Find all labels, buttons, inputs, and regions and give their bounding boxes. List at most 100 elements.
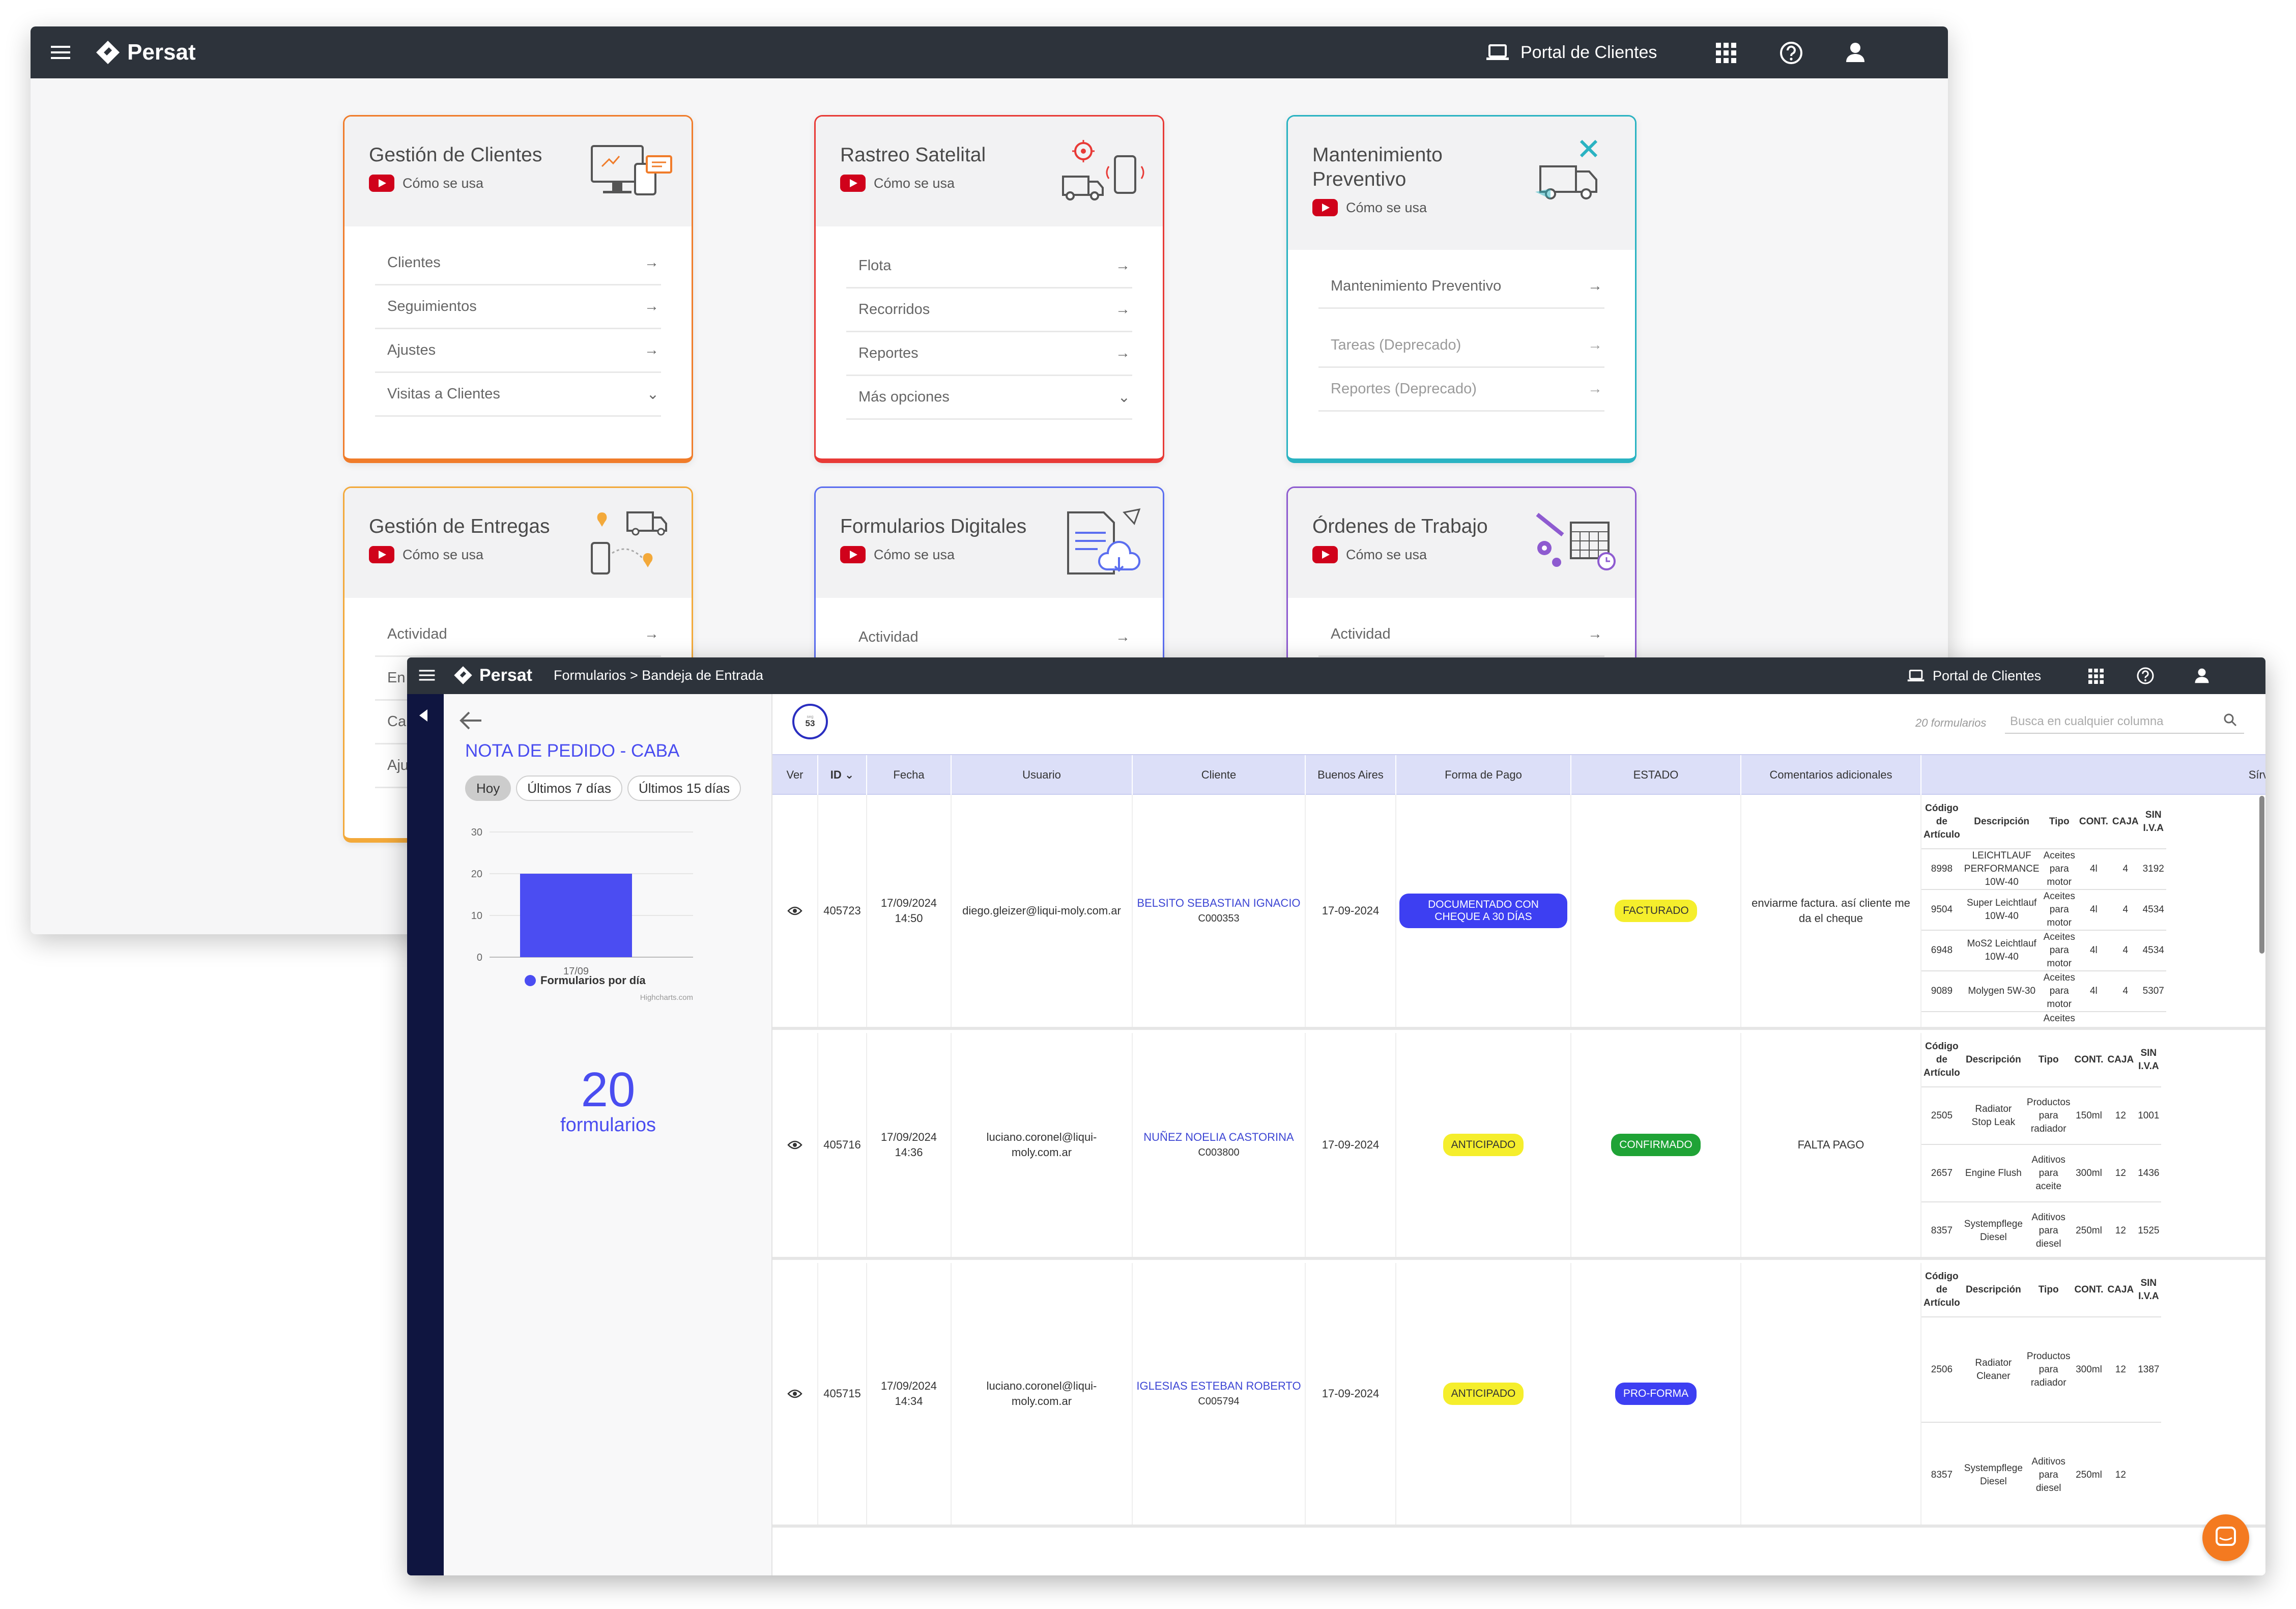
menu-item-more-options[interactable]: Más opciones ⌄: [846, 376, 1132, 420]
arrow-right-icon: →: [644, 626, 659, 642]
scrollbar[interactable]: [2259, 796, 2264, 954]
order-item-cell: 4l: [2077, 889, 2110, 931]
how-to-label: Cómo se usa: [874, 547, 955, 562]
help-icon[interactable]: [1779, 41, 1803, 65]
date-filter-group: Hoy Últimos 7 días Últimos 15 días: [465, 775, 741, 801]
hamburger-menu-icon[interactable]: [418, 667, 436, 684]
menu-item-followups[interactable]: Seguimientos →: [375, 285, 661, 329]
form-summary-panel: NOTA DE PEDIDO - CABA Hoy Últimos 7 días…: [444, 694, 772, 1575]
order-item-cell: 4: [2110, 971, 2141, 1012]
order-item-cell: 250ml: [2072, 1422, 2106, 1525]
persat-logo[interactable]: Persat: [453, 664, 532, 687]
menu-item-label: Reportes: [858, 345, 919, 361]
menu-item-label: Actividad: [858, 629, 919, 645]
table-row[interactable]: 405723 17/09/2024 14:50 diego.gleizer@liqu…: [772, 795, 2265, 1030]
order-item-row: 2506 Radiator Cleaner Productos para radia…: [1921, 1317, 2162, 1423]
order-item-cell: [2136, 1422, 2162, 1525]
order-item-cell: 4l: [2077, 971, 2110, 1012]
filter-last-15-days[interactable]: Últimos 15 días: [627, 775, 741, 801]
cell-ver: [772, 1263, 818, 1525]
menu-item-label: Ajustes: [387, 342, 436, 358]
collapse-arrow-icon[interactable]: [419, 709, 427, 722]
menu-item-label: Actividad: [387, 626, 447, 642]
portal-label: Portal de Clientes: [1933, 668, 2042, 683]
youtube-icon: [840, 546, 866, 563]
chat-launcher-button[interactable]: [2202, 1514, 2249, 1561]
menu-item-label: Flota: [858, 257, 892, 274]
order-item-cell: 9089: [1921, 971, 1962, 1012]
table-row[interactable]: 405716 17/09/2024 14:36 luciano.coronel@li…: [772, 1033, 2265, 1260]
menu-item-clients[interactable]: Clientes →: [375, 242, 661, 285]
apps-grid-icon[interactable]: [2088, 669, 2104, 684]
menu-item-client-visits[interactable]: Visitas a Clientes ⌄: [375, 373, 661, 417]
cell-fecha: 17/09/2024 14:36: [867, 1033, 952, 1257]
order-item-cell: 8357: [1921, 1202, 1962, 1257]
user-icon[interactable]: [1845, 42, 1866, 63]
how-to-label: Cómo se usa: [403, 175, 484, 191]
youtube-icon: [1312, 546, 1338, 563]
subcol-header: CONT.: [2077, 795, 2110, 849]
eye-icon[interactable]: [787, 905, 802, 916]
client-link[interactable]: BELSITO SEBASTIAN IGNACIO C000353: [1137, 896, 1300, 926]
forms-inbox-window: Persat Formularios > Bandeja de Entrada …: [407, 657, 2265, 1575]
menu-item-reports[interactable]: Reportes →: [846, 332, 1132, 376]
client-name: IGLESIAS ESTEBAN ROBERTO: [1136, 1380, 1301, 1392]
eye-icon[interactable]: [787, 1139, 802, 1151]
menu-item-tasks-deprecated[interactable]: Tareas (Deprecado) →: [1318, 324, 1604, 368]
filter-last-7-days[interactable]: Últimos 7 días: [516, 775, 622, 801]
menu-item-label: Mantenimiento Preventivo: [1331, 278, 1502, 294]
menu-item-label: Tareas (Deprecado): [1331, 337, 1461, 353]
back-arrow-icon[interactable]: [459, 710, 482, 731]
refresh-countdown[interactable]: seg53: [791, 702, 829, 741]
chevron-down-icon: ⌄: [1117, 389, 1130, 406]
menu-item-settings[interactable]: Ajustes →: [375, 329, 661, 373]
maintenance-truck-icon: [1535, 139, 1598, 199]
hamburger-menu-icon[interactable]: [50, 42, 71, 63]
help-icon[interactable]: [2136, 667, 2155, 685]
col-estado: ESTADO: [1571, 755, 1741, 795]
order-item-cell: Radiator Stop Leak: [1962, 1087, 2025, 1145]
legend-marker: [525, 975, 536, 986]
search-input[interactable]: Busca en cualquier columna: [2005, 707, 2244, 734]
filter-today[interactable]: Hoy: [465, 775, 511, 801]
menu-item-routes[interactable]: Recorridos →: [846, 289, 1132, 332]
arrow-right-icon: →: [1588, 278, 1602, 294]
client-link[interactable]: NUÑEZ NOELIA CASTORINA C003800: [1143, 1130, 1294, 1160]
client-portal-link[interactable]: Portal de Clientes: [1486, 40, 1657, 65]
how-to-label: Cómo se usa: [1346, 547, 1427, 562]
chart-credit: Highcharts.com: [640, 993, 693, 1002]
client-link[interactable]: IGLESIAS ESTEBAN ROBERTO C005794: [1136, 1378, 1301, 1409]
menu-item-label: Seguimientos: [387, 298, 477, 314]
arrow-right-icon: →: [1588, 337, 1602, 353]
menu-item-activity[interactable]: Actividad →: [846, 616, 1132, 660]
brand-name: Persat: [479, 665, 532, 685]
search-icon: [2224, 713, 2237, 727]
order-item-row: 9089 Molygen 5W-30 Aceites para motor 4l 4 53…: [1921, 971, 2166, 1012]
client-code: C003800: [1198, 1147, 1240, 1158]
menu-item-activity[interactable]: Actividad →: [375, 613, 661, 657]
eye-icon[interactable]: [787, 1388, 802, 1399]
forms-table-area: seg 53 20 formularios Busca en cualquier …: [772, 694, 2265, 1575]
forms-count: 20 formularios: [1915, 716, 1987, 729]
order-item-cell: Molygen 5W-30: [1962, 971, 2042, 1012]
user-icon[interactable]: [2194, 668, 2209, 684]
order-item-cell: Molygen 5W-40: [1962, 1012, 2042, 1027]
cell-fecha2: 17-09-2024: [1306, 1033, 1396, 1257]
order-item-row: 8357 Systempflege Diesel Aditivos para die…: [1921, 1422, 2162, 1525]
col-id[interactable]: ID ⌄: [818, 755, 867, 795]
persat-logo[interactable]: Persat: [95, 38, 196, 67]
how-to-label: Cómo se usa: [874, 175, 955, 191]
menu-item-activity[interactable]: Actividad →: [1318, 613, 1604, 657]
table-row[interactable]: 405715 17/09/2024 14:34 luciano.coronel@li…: [772, 1263, 2265, 1528]
status-badge: PRO-FORMA: [1615, 1383, 1697, 1405]
menu-item-reports-deprecated[interactable]: Reportes (Deprecado) →: [1318, 368, 1604, 412]
order-item-cell: 12: [2105, 1422, 2136, 1525]
client-portal-link[interactable]: Portal de Clientes: [1907, 665, 2041, 687]
menu-item-label: Ca: [387, 713, 407, 730]
order-item-cell: 5307: [2140, 971, 2166, 1012]
cell-fecha2: 17-09-2024: [1306, 1263, 1396, 1525]
col-id-label: ID: [830, 768, 842, 781]
menu-item-fleet[interactable]: Flota →: [846, 245, 1132, 289]
apps-grid-icon[interactable]: [1716, 43, 1736, 63]
menu-item-preventive-maintenance[interactable]: Mantenimiento Preventivo →: [1318, 265, 1604, 309]
